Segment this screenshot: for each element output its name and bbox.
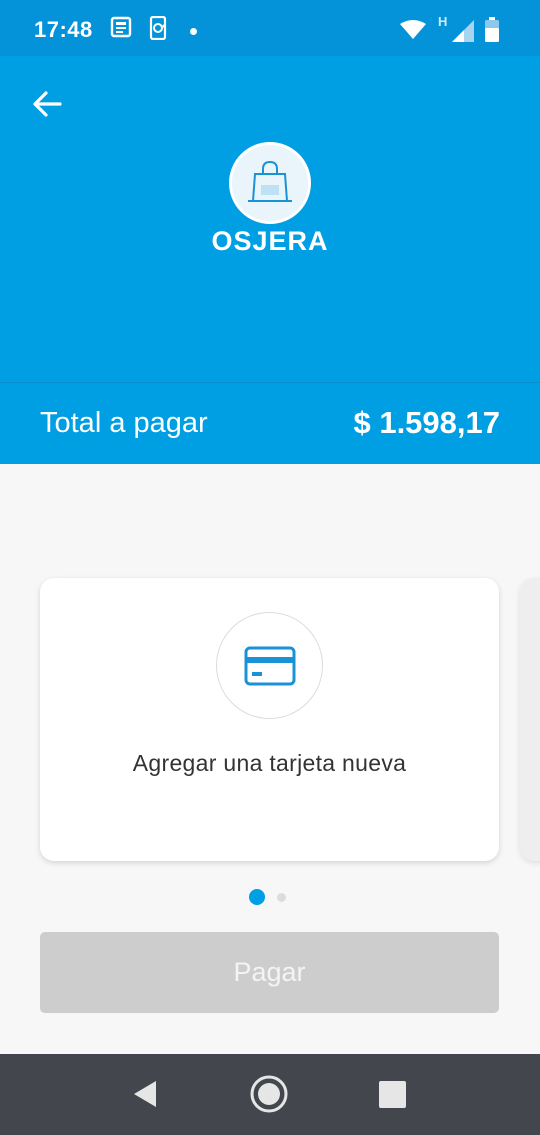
store-avatar bbox=[229, 142, 311, 224]
navigation-bar bbox=[0, 1054, 540, 1135]
nav-home-icon[interactable] bbox=[249, 1074, 289, 1119]
total-bar: Total a pagar $ 1.598,17 bbox=[0, 382, 540, 464]
status-time: 17:48 bbox=[34, 17, 93, 42]
total-label: Total a pagar bbox=[40, 407, 208, 439]
pager-dot bbox=[277, 893, 286, 902]
back-button[interactable] bbox=[30, 86, 66, 122]
card-icon-circle bbox=[216, 612, 323, 719]
arrow-left-icon bbox=[33, 91, 62, 117]
nav-recents-icon[interactable] bbox=[379, 1081, 406, 1108]
nav-back-icon[interactable] bbox=[130, 1079, 160, 1114]
add-card-option[interactable]: Agregar una tarjeta nueva bbox=[40, 578, 499, 861]
credit-card-icon bbox=[244, 646, 295, 685]
news-icon bbox=[110, 16, 132, 43]
signal-icon bbox=[438, 18, 474, 47]
battery-icon bbox=[485, 17, 499, 48]
store-name: OSJERA bbox=[211, 226, 329, 256]
notification-dot-icon bbox=[190, 28, 197, 35]
wifi-icon bbox=[400, 20, 426, 45]
pay-button[interactable]: Pagar bbox=[40, 932, 499, 1013]
sync-phone-icon bbox=[148, 15, 170, 45]
add-card-label: Agregar una tarjeta nueva bbox=[132, 750, 407, 776]
pager-dot-active bbox=[249, 889, 265, 905]
status-bar: 17:48 H bbox=[0, 0, 540, 56]
checkout-header: OSJERA bbox=[0, 56, 540, 382]
shopping-bag-icon bbox=[248, 160, 292, 202]
total-amount: $ 1.598,17 bbox=[353, 405, 500, 440]
next-card-peek[interactable] bbox=[520, 578, 540, 861]
